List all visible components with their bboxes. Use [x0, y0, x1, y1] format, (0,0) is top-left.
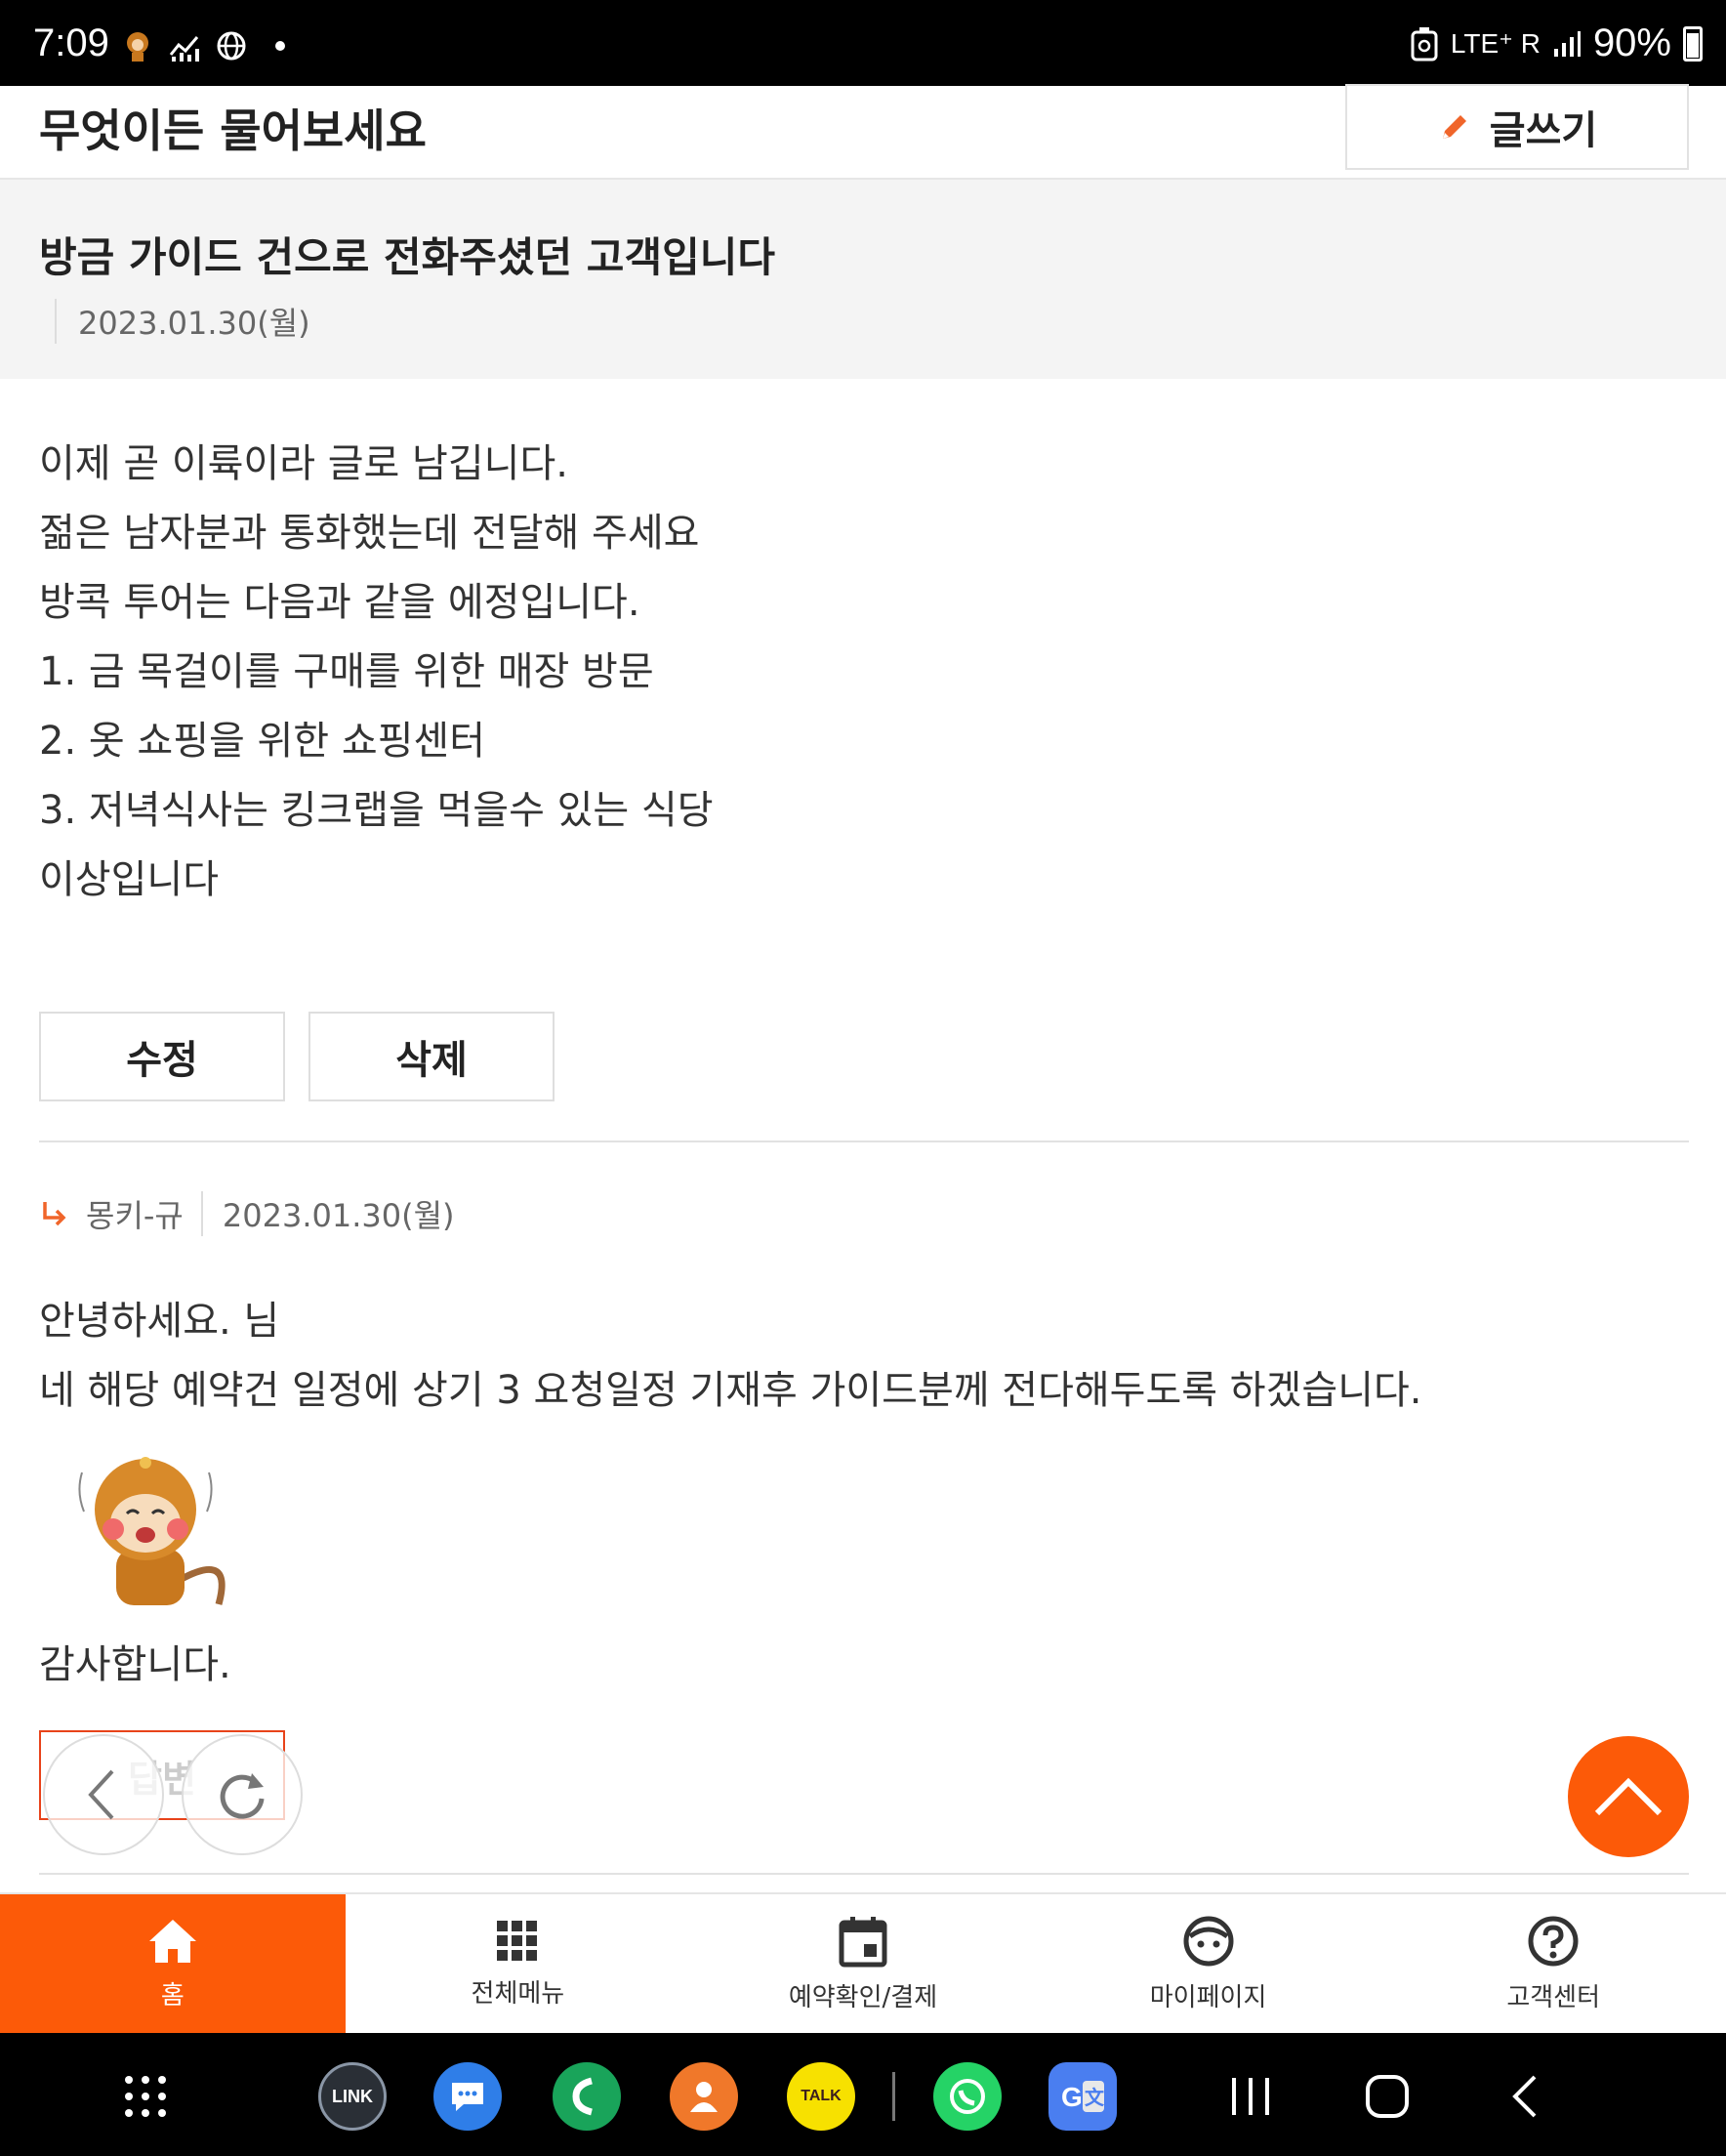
reply-meta: 몽키-규 2023.01.30(월) [39, 1191, 455, 1236]
edit-button[interactable]: 수정 [39, 1012, 285, 1101]
write-button-label: 글쓰기 [1489, 108, 1598, 153]
globe-icon [217, 31, 246, 61]
whatsapp-app-icon[interactable] [933, 2062, 1002, 2131]
svg-text:G: G [1061, 2082, 1083, 2112]
nav-customer-center[interactable]: 고객센터 [1380, 1894, 1726, 2033]
monkey-notification-icon [127, 32, 148, 62]
home-nav-icon[interactable] [1365, 2074, 1410, 2119]
monkey-sticker-image [78, 1457, 226, 1605]
google-translate-app-icon[interactable]: G文 [1048, 2062, 1117, 2131]
home-icon [148, 1919, 196, 1963]
divider [39, 1140, 1689, 1142]
reply-line: 안녕하세요. 님 [39, 1299, 280, 1344]
reply-arrow-icon [43, 1202, 66, 1226]
refresh-icon [220, 1773, 265, 1819]
pencil-icon [1442, 115, 1466, 139]
nav-home[interactable]: 홈 [0, 1894, 346, 2033]
reply-date: 2023.01.30(월) [222, 1197, 455, 1234]
messages-app-icon[interactable] [433, 2062, 502, 2131]
page-header: 무엇이든 물어보세요 글쓰기 [0, 84, 1726, 180]
post-line: 이제 곧 이륙이라 글로 남깁니다. [39, 441, 568, 486]
reply-author: 몽키-규 [86, 1191, 203, 1236]
phone-app-icon[interactable] [553, 2062, 621, 2131]
post-line: 이상입니다 [39, 857, 219, 902]
battery-icon [1683, 25, 1703, 62]
nav-mypage-label: 마이페이지 [1149, 1982, 1267, 2012]
bottom-navigation: 홈 전체메뉴 예약확인/결제 마이페이지 고객센터 [0, 1892, 1726, 2033]
battery-percent: 90% [1592, 21, 1671, 64]
status-bar: 7:09 LTE⁺ R 90% [0, 0, 1726, 86]
post-line: 3. 저녁식사는 킹크랩을 먹을수 있는 식당 [39, 788, 714, 833]
system-navigation-bar: LINK TALK G文 [0, 2033, 1726, 2156]
nav-reservation-label: 예약확인/결제 [788, 1982, 938, 2012]
chevron-up-icon [1594, 1777, 1663, 1816]
nav-reservation[interactable]: 예약확인/결제 [690, 1894, 1036, 2033]
notification-icons [121, 29, 285, 62]
nav-all-menu-label: 전체메뉴 [471, 1978, 565, 2009]
nav-all-menu[interactable]: 전체메뉴 [346, 1894, 691, 2033]
data-saver-icon [1411, 26, 1438, 61]
nav-home-label: 홈 [160, 1980, 185, 2011]
back-button[interactable] [43, 1734, 164, 1855]
refresh-button[interactable] [182, 1734, 303, 1855]
nav-customer-center-label: 고객센터 [1506, 1982, 1601, 2012]
post-body: 이제 곧 이륙이라 글로 남깁니다. 젊은 남자분과 통화했는데 전달해 주세요… [39, 430, 714, 915]
post-heading: 방금 가이드 건으로 전화주셨던 고객입니다 2023.01.30(월) [0, 180, 1726, 379]
post-line: 1. 금 목걸이를 구매를 위한 매장 방문 [39, 649, 654, 694]
reply-body: 안녕하세요. 님 네 해당 예약건 일정에 상기 3 요청일정 기재후 가이드분… [39, 1287, 1422, 1426]
face-icon [1183, 1916, 1234, 1966]
reply-line: 네 해당 예약건 일정에 상기 3 요청일정 기재후 가이드분께 전다해두도록 … [39, 1368, 1422, 1413]
clock: 7:09 [33, 21, 109, 64]
delete-button[interactable]: 삭제 [308, 1012, 555, 1101]
help-icon [1528, 1916, 1579, 1966]
post-date: 2023.01.30(월) [55, 299, 310, 344]
post-title: 방금 가이드 건으로 전화주셨던 고객입니다 [39, 233, 776, 281]
dock-divider [892, 2072, 895, 2121]
network-indicator: LTE⁺ R [1450, 28, 1541, 59]
scroll-to-top-button[interactable] [1568, 1736, 1689, 1857]
recent-apps-icon[interactable] [1228, 2076, 1273, 2117]
kakaotalk-app-icon[interactable]: TALK [787, 2062, 855, 2131]
reply-thanks: 감사합니다. [39, 1642, 231, 1687]
signal-icon [1553, 30, 1581, 57]
system-status: LTE⁺ R 90% [1410, 21, 1703, 65]
chart-notification-icon [169, 36, 199, 62]
app-drawer-icon[interactable] [123, 2074, 168, 2119]
svg-text:文: 文 [1085, 2086, 1105, 2109]
divider [39, 1873, 1689, 1875]
calendar-icon [839, 1916, 887, 1967]
grid-icon [497, 1920, 538, 1961]
more-notifications-dot [275, 41, 285, 51]
chevron-left-icon [88, 1769, 114, 1820]
page-title: 무엇이든 물어보세요 [39, 104, 427, 157]
post-line: 방콕 투어는 다음과 같을 에정입니다. [39, 580, 640, 625]
post-line: 2. 옷 쇼핑을 위한 쇼핑센터 [39, 719, 486, 764]
contacts-app-icon[interactable] [670, 2062, 738, 2131]
post-line: 젊은 남자분과 통화했는데 전달해 주세요 [39, 511, 700, 556]
back-nav-icon[interactable] [1509, 2074, 1541, 2119]
tlink-app-icon[interactable]: LINK [318, 2062, 387, 2131]
nav-mypage[interactable]: 마이페이지 [1036, 1894, 1381, 2033]
write-button[interactable]: 글쓰기 [1345, 84, 1689, 170]
